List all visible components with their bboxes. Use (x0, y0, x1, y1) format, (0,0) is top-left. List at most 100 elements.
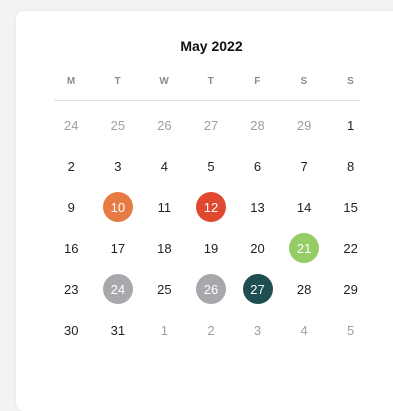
weekday-label: M (66, 76, 76, 87)
day-cell-outside-month[interactable]: 25 (95, 109, 142, 141)
day-number: 29 (343, 281, 358, 297)
day-number: 20 (250, 240, 265, 256)
day-cell[interactable]: 1 (327, 109, 374, 141)
day-number: 17 (110, 240, 126, 256)
day-number: 31 (110, 322, 126, 338)
weekday-header: M T W T F S S (48, 76, 374, 90)
day-cell[interactable]: 19 (188, 232, 235, 264)
day-cell[interactable]: 16 (48, 232, 95, 264)
day-number: 2 (67, 158, 75, 174)
day-cell[interactable]: 11 (141, 191, 188, 223)
day-cell[interactable]: 9 (48, 191, 95, 223)
day-cell[interactable]: 29 (327, 273, 374, 305)
day-number: 16 (64, 240, 79, 256)
day-number: 14 (296, 199, 312, 215)
day-cell[interactable]: 14 (281, 191, 328, 223)
day-cell[interactable]: 6 (234, 150, 281, 182)
day-cell[interactable]: 17 (95, 232, 142, 264)
day-number: 27 (242, 274, 273, 304)
day-cell-outside-month[interactable]: 4 (281, 314, 328, 346)
week-row: 2 3 4 5 6 7 8 (48, 150, 374, 182)
day-number: 23 (64, 281, 79, 297)
day-cell-outside-month[interactable]: 29 (281, 109, 328, 141)
day-cell[interactable]: 22 (327, 232, 374, 264)
day-cell-highlighted[interactable]: 24 (95, 273, 142, 305)
day-number: 2 (207, 322, 215, 338)
day-number: 25 (157, 281, 172, 297)
day-number: 11 (157, 199, 172, 215)
day-cell-outside-month[interactable]: 24 (48, 109, 95, 141)
day-number: 5 (207, 158, 215, 174)
day-cell[interactable]: 3 (95, 150, 142, 182)
day-cell[interactable]: 31 (95, 314, 142, 346)
day-cell-outside-month[interactable]: 3 (234, 314, 281, 346)
week-row: 9 10 11 12 13 14 15 (48, 191, 374, 223)
weekday-label: S (347, 76, 355, 87)
day-number: 27 (203, 117, 219, 133)
day-cell[interactable]: 30 (48, 314, 95, 346)
day-number: 21 (289, 233, 320, 263)
day-number: 26 (195, 274, 226, 304)
week-row: 23 24 25 26 27 28 29 (48, 273, 374, 305)
day-number: 26 (157, 117, 172, 133)
day-number: 28 (296, 281, 312, 297)
day-cell-outside-month[interactable]: 5 (327, 314, 374, 346)
day-number: 12 (195, 192, 226, 222)
weekday-label: T (207, 76, 215, 87)
weekday-label: W (159, 76, 170, 87)
day-number: 7 (300, 158, 308, 174)
day-cell-highlighted[interactable]: 12 (188, 191, 235, 223)
day-number: 10 (102, 192, 133, 222)
day-number: 15 (343, 199, 358, 215)
header-divider (54, 100, 360, 101)
day-cell[interactable]: 4 (141, 150, 188, 182)
day-number: 4 (160, 158, 169, 174)
day-cell[interactable]: 8 (327, 150, 374, 182)
day-number: 6 (253, 158, 262, 174)
day-cell[interactable]: 5 (188, 150, 235, 182)
day-cell-highlighted[interactable]: 26 (188, 273, 235, 305)
day-cell-highlighted[interactable]: 27 (234, 273, 281, 305)
weekday-label: F (254, 76, 261, 87)
day-number: 30 (64, 322, 79, 338)
day-number: 3 (253, 322, 262, 338)
day-number: 1 (160, 322, 169, 338)
day-cell-highlighted[interactable]: 10 (95, 191, 142, 223)
day-number: 24 (102, 274, 133, 304)
day-number: 22 (343, 240, 358, 256)
weekday-label: T (114, 76, 122, 87)
day-number: 18 (157, 240, 172, 256)
month-title: May 2022 (180, 38, 243, 54)
day-cell-outside-month[interactable]: 26 (141, 109, 188, 141)
day-cell[interactable]: 25 (141, 273, 188, 305)
day-number: 28 (250, 117, 265, 133)
weekday-label: S (300, 76, 308, 87)
day-cell[interactable]: 2 (48, 150, 95, 182)
week-row: 24 25 26 27 28 29 1 (48, 109, 374, 141)
day-cell-outside-month[interactable]: 27 (188, 109, 235, 141)
day-number: 5 (347, 322, 355, 338)
day-number: 29 (296, 117, 312, 133)
day-number: 13 (250, 199, 265, 215)
day-cell-outside-month[interactable]: 28 (234, 109, 281, 141)
day-cell[interactable]: 15 (327, 191, 374, 223)
day-number: 24 (64, 117, 79, 133)
day-number: 4 (300, 322, 308, 338)
day-number: 8 (347, 158, 355, 174)
day-cell[interactable]: 7 (281, 150, 328, 182)
day-cell[interactable]: 23 (48, 273, 95, 305)
day-number: 1 (347, 117, 355, 133)
day-number: 3 (114, 158, 122, 174)
day-number: 9 (67, 199, 75, 215)
day-cell-highlighted[interactable]: 21 (281, 232, 328, 264)
day-cell-outside-month[interactable]: 1 (141, 314, 188, 346)
day-cell-outside-month[interactable]: 2 (188, 314, 235, 346)
day-number: 25 (110, 117, 126, 133)
week-row: 30 31 1 2 3 4 5 (48, 314, 374, 346)
day-number: 19 (203, 240, 219, 256)
day-cell[interactable]: 18 (141, 232, 188, 264)
week-row: 16 17 18 19 20 21 22 (48, 232, 374, 264)
day-cell[interactable]: 28 (281, 273, 328, 305)
day-cell[interactable]: 13 (234, 191, 281, 223)
day-cell[interactable]: 20 (234, 232, 281, 264)
